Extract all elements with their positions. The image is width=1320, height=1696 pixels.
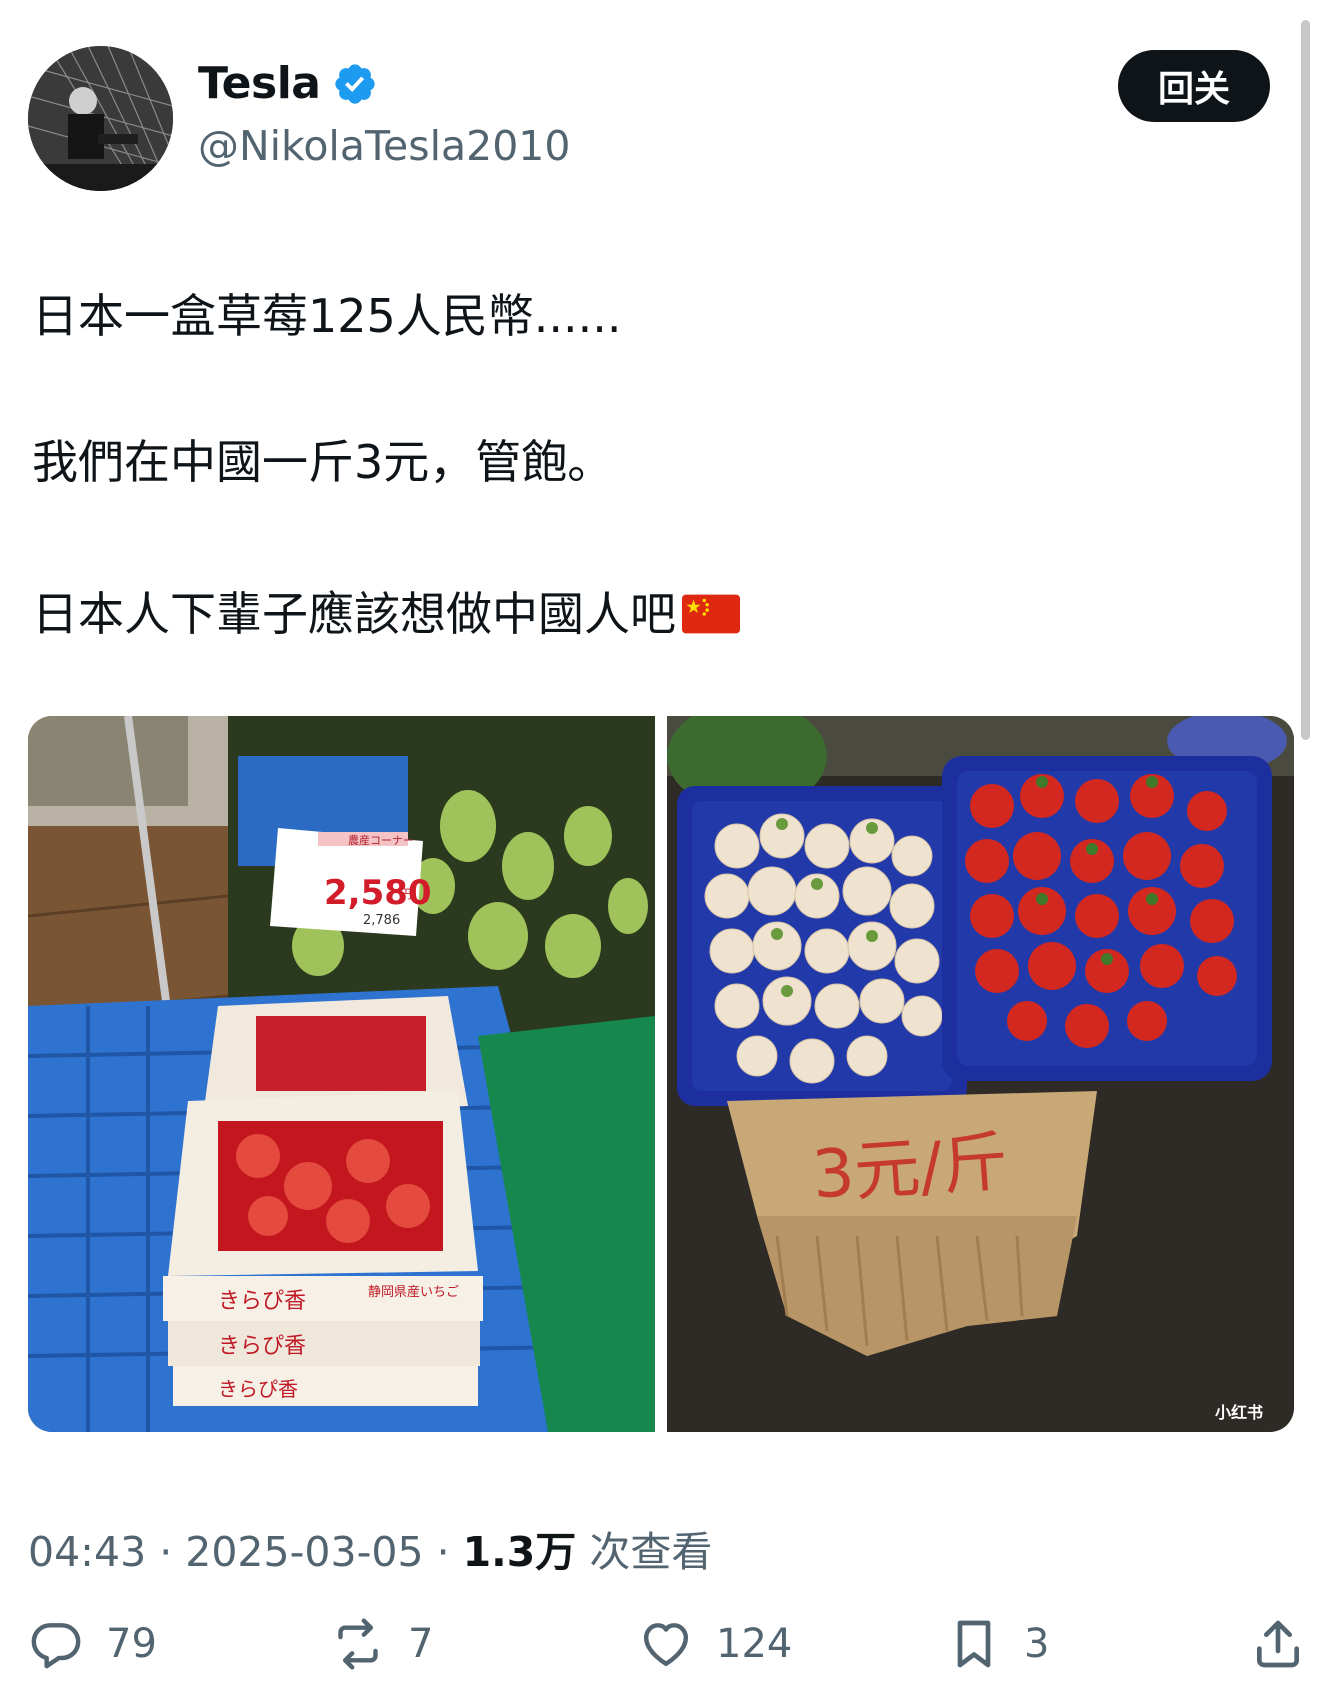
price-tag-price: 2,580 [324,873,432,913]
display-name[interactable]: Tesla [198,58,321,109]
user-handle[interactable]: @NikolaTesla2010 [198,122,570,170]
bookmark-count: 3 [1024,1621,1050,1667]
avatar-image [28,46,173,191]
watermark-text: 小红书 [1215,1403,1263,1422]
tweet-date[interactable]: 2025-03-05 [185,1528,423,1576]
reply-button[interactable]: 79 [28,1616,157,1672]
box-sublabel: 静岡県産いちご [368,1284,459,1300]
retweet-button[interactable]: 7 [330,1616,433,1672]
heart-icon [643,1623,689,1667]
share-button[interactable] [1250,1616,1306,1672]
tweet-meta: 04:43 · 2025-03-05 · 1.3万 次查看 [28,1518,712,1578]
price-tag-tax: 2,786 [363,913,400,928]
red-strawberry-basket [942,756,1272,1081]
reply-count: 79 [106,1621,157,1667]
price-tag-header: 農産コーナー [348,833,414,847]
box-label-3: きらぴ香 [218,1377,298,1401]
tweet-photo-china-strawberries[interactable]: 3元/斤 小红书 [667,716,1294,1432]
meta-separator-1: · [146,1528,186,1576]
price-tag-unit: 円 [400,887,412,901]
tweet-text-line-3-wrap: 日本人下輩子應該想做中國人吧 [32,578,740,644]
avatar[interactable] [28,46,173,191]
verified-badge-icon [335,63,376,104]
follow-back-button[interactable]: 回关 [1118,50,1270,122]
retweet-count: 7 [408,1621,434,1667]
share-icon [1257,1620,1299,1668]
meta-separator-2: · [423,1528,463,1576]
photo-china-image: 3元/斤 小红书 [667,716,1294,1432]
tweet-text-line-3: 日本人下輩子應該想做中國人吧 [32,587,676,641]
white-strawberry-basket [677,786,967,1106]
china-flag-icon [682,594,740,634]
views-label: 次查看 [576,1528,713,1576]
retweet-icon [338,1618,378,1670]
tweet-text-line-2: 我們在中國一斤3元，管飽。 [32,435,614,489]
tweet-time[interactable]: 04:43 [28,1528,146,1576]
author-name-row: Tesla [198,58,378,109]
photo-japan-image: 農産コーナー 2,580 円 2,786 きらぴ香 静岡県産いちご きらぴ香 き… [28,716,655,1432]
tweet-photo-japan-strawberries[interactable]: 農産コーナー 2,580 円 2,786 きらぴ香 静岡県産いちご きらぴ香 き… [28,716,655,1432]
reply-icon [31,1623,81,1669]
cardboard-sign-text: 3元/斤 [810,1123,1011,1214]
action-bar: 79 7 124 3 [0,1616,1320,1696]
tweet-text-line-1: 日本一盒草莓125人民幣...... [32,289,622,343]
bookmark-icon [957,1620,991,1668]
views-count: 1.3万 [462,1528,577,1576]
like-count: 124 [716,1621,793,1667]
scrollbar-thumb[interactable] [1301,20,1310,740]
box-label-2: きらぴ香 [218,1334,306,1359]
box-label: きらぴ香 [218,1289,306,1314]
bookmark-button[interactable]: 3 [946,1616,1049,1672]
like-button[interactable]: 124 [638,1616,792,1672]
